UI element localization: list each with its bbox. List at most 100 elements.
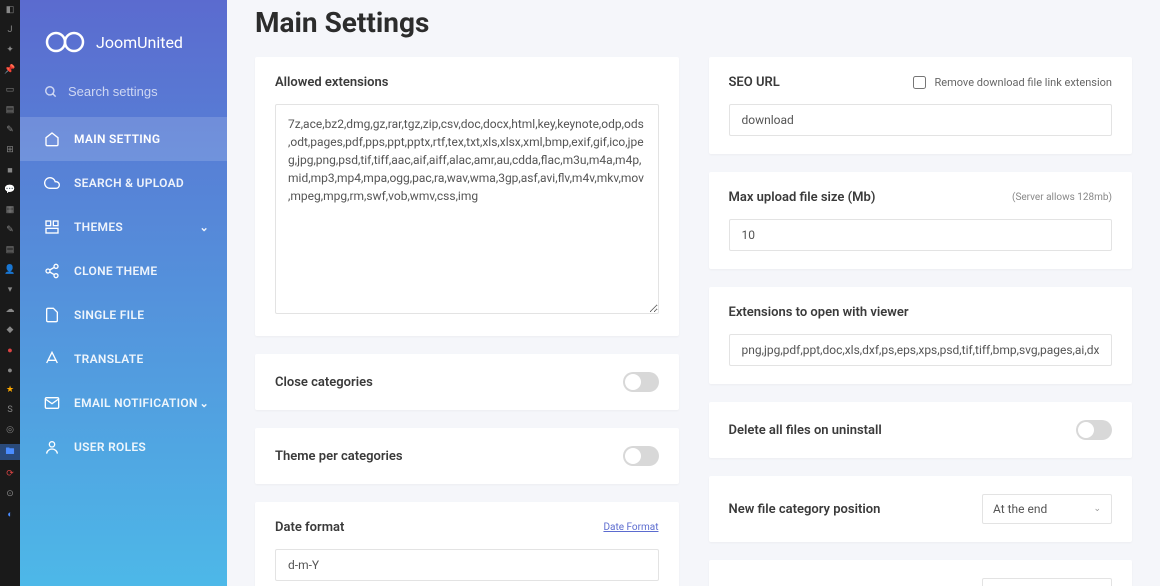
viewer-extensions-input[interactable] [729,334,1113,366]
icon-rail: ◧ J ✦ 📌 ▭ ▤ ✎ ⊞ ■ 💬 ▦ ✎ ▤ 👤 ▾ ☁ ◆ ● ● ★ … [0,0,20,586]
cloud-icon [44,175,60,191]
max-upload-input[interactable] [729,219,1113,251]
seo-url-input[interactable] [729,104,1113,136]
nav-label: TRANSLATE [74,352,144,366]
default-theme-select[interactable]: default ⌄ [982,578,1112,586]
nav-search-upload[interactable]: SEARCH & UPLOAD [20,161,227,205]
seo-url-label: SEO URL [729,75,780,90]
rail-icon[interactable]: ▾ [4,284,16,296]
nav: MAIN SETTING SEARCH & UPLOAD THEMES ⌄ CL… [20,117,227,469]
search-box[interactable] [20,74,227,117]
nav-label: THEMES [74,220,123,234]
rail-icon[interactable]: ● [4,344,16,356]
remove-extension-label: Remove download file link extension [934,76,1112,89]
nav-label: USER ROLES [74,440,146,454]
nav-label: CLONE THEME [74,264,157,278]
rail-icon[interactable]: 💬 [4,184,16,196]
rail-icon[interactable]: ■ [4,164,16,176]
rail-icon[interactable]: ● [4,364,16,376]
search-input[interactable] [68,84,203,99]
nav-label: SEARCH & UPLOAD [74,176,184,190]
theme-per-categories-label: Theme per categories [275,449,403,464]
left-column: Allowed extensions Close categories Them… [255,57,679,586]
allowed-extensions-card: Allowed extensions [255,57,679,336]
rail-icon[interactable]: ✎ [4,124,16,136]
delete-uninstall-label: Delete all files on uninstall [729,423,882,438]
new-file-position-card: New file category position At the end ⌄ [709,476,1133,542]
rail-icon[interactable]: ⊙ [4,488,16,500]
nav-translate[interactable]: TRANSLATE [20,337,227,381]
nav-single-file[interactable]: SINGLE FILE [20,293,227,337]
date-format-label: Date format [275,520,344,535]
search-icon [44,85,58,99]
allowed-extensions-input[interactable] [275,104,659,314]
rail-icon[interactable]: ▭ [4,84,16,96]
nav-main-setting[interactable]: MAIN SETTING [20,117,227,161]
remove-extension-checkbox[interactable] [913,76,926,89]
new-file-position-select[interactable]: At the end ⌄ [982,494,1112,524]
date-format-help-link[interactable]: Date Format [603,522,658,533]
rail-icon[interactable]: ◆ [4,324,16,336]
max-upload-label: Max upload file size (Mb) [729,190,876,205]
nav-label: EMAIL NOTIFICATION [74,396,198,410]
close-categories-card: Close categories [255,354,679,410]
theme-per-categories-toggle[interactable] [623,446,659,466]
user-icon [44,439,60,455]
new-file-position-label: New file category position [729,502,881,517]
delete-uninstall-card: Delete all files on uninstall [709,402,1133,458]
rail-icon[interactable]: ✎ [4,224,16,236]
home-icon [44,131,60,147]
grid-icon [44,219,60,235]
rail-icon[interactable]: ✦ [4,44,16,56]
close-categories-toggle[interactable] [623,372,659,392]
theme-per-categories-card: Theme per categories [255,428,679,484]
date-format-card: Date format Date Format [255,502,679,586]
rail-icon[interactable]: ▤ [4,244,16,256]
rail-icon[interactable]: ⊞ [4,144,16,156]
mail-icon [44,395,60,411]
main-content: Main Settings Allowed extensions Close c… [227,0,1160,586]
date-format-input[interactable] [275,549,659,581]
allowed-extensions-label: Allowed extensions [275,75,659,90]
rail-icon-active[interactable]: 🖿 [0,444,20,460]
nav-label: SINGLE FILE [74,308,144,322]
sidebar: JoomUnited MAIN SETTING SEARCH & UPLOAD … [20,0,227,586]
chevron-down-icon: ⌄ [199,221,209,234]
right-column: SEO URL Remove download file link extens… [709,57,1133,586]
nav-themes[interactable]: THEMES ⌄ [20,205,227,249]
default-theme-card: Default theme per category default ⌄ [709,560,1133,586]
nav-label: MAIN SETTING [74,132,160,146]
delete-uninstall-toggle[interactable] [1076,420,1112,440]
rail-icon[interactable]: 👤 [4,264,16,276]
max-upload-hint: (Server allows 128mb) [1012,192,1112,203]
rail-icon[interactable]: ◐ [4,508,16,520]
rail-icon[interactable]: 📌 [4,64,16,76]
rail-icon[interactable]: ☁ [4,304,16,316]
file-icon [44,307,60,323]
rail-icon[interactable]: ▤ [4,104,16,116]
close-categories-label: Close categories [275,375,373,390]
nav-email-notification[interactable]: EMAIL NOTIFICATION ⌄ [20,381,227,425]
select-value: At the end [993,502,1047,516]
rail-icon[interactable]: J [4,24,16,36]
brand-name: JoomUnited [96,33,183,52]
nav-user-roles[interactable]: USER ROLES [20,425,227,469]
remove-extension-checkbox-row[interactable]: Remove download file link extension [913,76,1112,89]
logo-icon [44,30,86,54]
max-upload-card: Max upload file size (Mb) (Server allows… [709,172,1133,269]
nav-clone-theme[interactable]: CLONE THEME [20,249,227,293]
rail-icon[interactable]: ★ [4,384,16,396]
rail-icon[interactable]: ◧ [4,4,16,16]
page-title: Main Settings [255,0,1132,57]
rail-icon[interactable]: ▦ [4,204,16,216]
rail-icon[interactable]: ⟳ [4,468,16,480]
rail-icon[interactable]: ◎ [4,424,16,436]
chevron-down-icon: ⌄ [199,397,209,410]
rail-icon[interactable]: S [4,404,16,416]
viewer-extensions-card: Extensions to open with viewer [709,287,1133,384]
chevron-down-icon: ⌄ [1093,504,1101,514]
seo-url-card: SEO URL Remove download file link extens… [709,57,1133,154]
brand-logo: JoomUnited [20,0,227,74]
share-icon [44,263,60,279]
viewer-extensions-label: Extensions to open with viewer [729,305,1113,320]
